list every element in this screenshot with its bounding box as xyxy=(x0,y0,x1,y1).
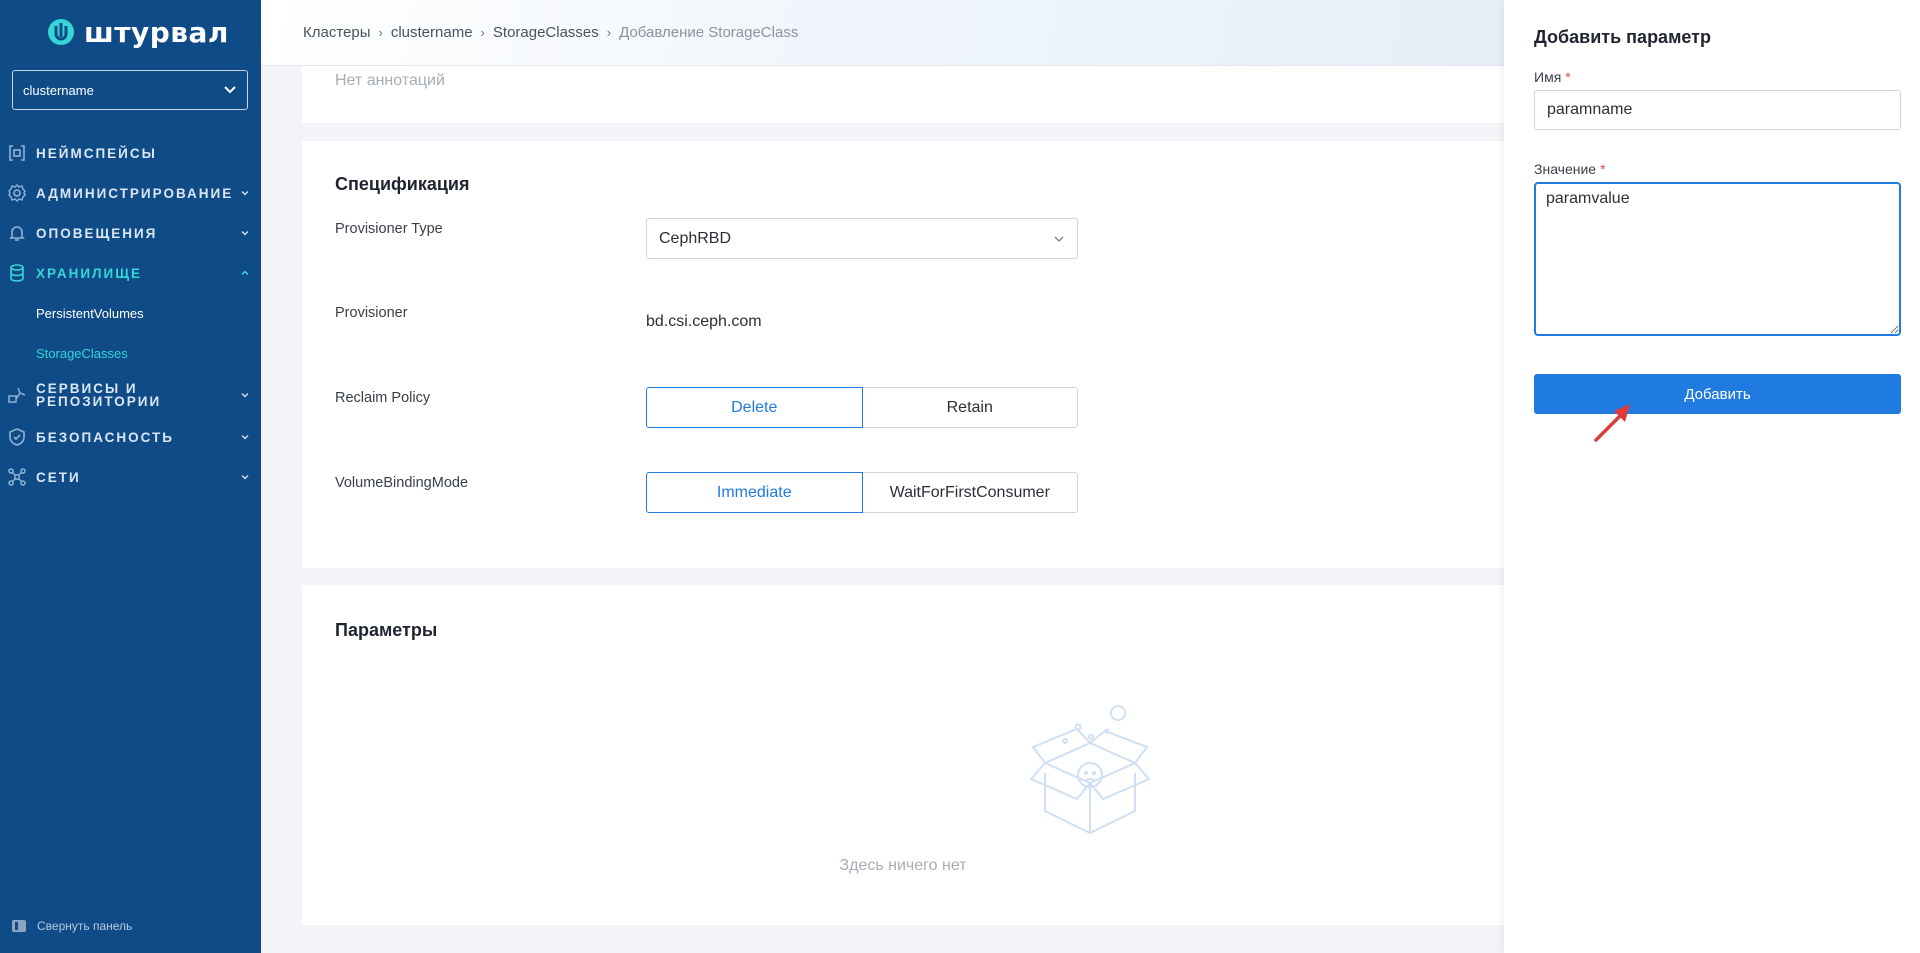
nav-item-namespaces[interactable]: НЕЙМСПЕЙСЫ xyxy=(0,133,261,173)
annotations-card: Нет аннотаций xyxy=(302,66,1504,123)
reclaim-policy-label: Reclaim Policy xyxy=(335,390,431,406)
services-icon xyxy=(8,387,26,403)
chevron-right-icon: › xyxy=(480,25,485,40)
nav-label: БЕЗОПАСНОСТЬ xyxy=(36,429,174,445)
provisioner-type-label: Provisioner Type xyxy=(335,221,443,237)
bell-icon xyxy=(9,226,25,241)
value-label-text: Значение xyxy=(1534,161,1597,177)
value-field-label: Значение * xyxy=(1534,161,1606,177)
collapse-panel-button[interactable]: Свернуть панель xyxy=(12,919,132,933)
chevron-down-icon xyxy=(241,474,249,480)
collapse-label: Свернуть панель xyxy=(37,919,133,933)
name-label-text: Имя xyxy=(1534,69,1562,85)
nav-item-storage[interactable]: ХРАНИЛИЩЕ xyxy=(0,253,261,293)
gear-icon xyxy=(8,184,26,202)
cluster-select[interactable]: clustername xyxy=(12,70,248,110)
required-mark: * xyxy=(1600,161,1606,177)
nav-item-security[interactable]: БЕЗОПАСНОСТЬ xyxy=(0,417,261,457)
parameters-empty-text: Здесь ничего нет xyxy=(839,857,967,874)
nav-item-networks[interactable]: СЕТИ xyxy=(0,457,261,497)
annotations-empty-text: Нет аннотаций xyxy=(335,72,445,89)
parameters-card: Параметры Здесь ничего нет xyxy=(302,585,1504,925)
network-icon xyxy=(8,468,26,486)
nav-label: АДМИНИСТРИРОВАНИЕ xyxy=(36,185,234,201)
required-mark: * xyxy=(1565,69,1571,85)
parameters-title: Параметры xyxy=(335,620,438,640)
cluster-select-value: clustername xyxy=(23,82,94,98)
add-parameter-drawer: Добавить параметр Имя* Значение* paramva… xyxy=(1504,0,1920,953)
name-field-label: Имя * xyxy=(1534,69,1571,85)
value-textarea[interactable]: paramvalue xyxy=(1534,182,1901,336)
provisioner-type-value: CephRBD xyxy=(659,229,732,247)
specification-card: Спецификация Provisioner Type CephRBD Pr… xyxy=(302,141,1504,568)
sidebar-collapse-icon xyxy=(12,920,26,932)
nav-label: СЕРВИСЫ И РЕПОЗИТОРИИ xyxy=(36,382,239,409)
brand-name: штурвал xyxy=(84,15,229,49)
chevron-down-icon xyxy=(241,230,249,236)
breadcrumb-storageclasses[interactable]: StorageClasses xyxy=(493,24,599,41)
sidebar: штурвал clustername НЕЙМСПЕЙСЫ АДМИНИСТР… xyxy=(0,0,261,953)
specification-title: Спецификация xyxy=(335,174,470,194)
shield-icon xyxy=(9,428,25,446)
binding-mode-label: VolumeBindingMode xyxy=(335,475,469,491)
database-icon xyxy=(10,264,24,282)
nav-item-services-repos[interactable]: СЕРВИСЫ И РЕПОЗИТОРИИ xyxy=(0,373,261,417)
chevron-up-icon xyxy=(241,270,249,276)
namespace-icon xyxy=(9,145,25,161)
nav-label: ОПОВЕЩЕНИЯ xyxy=(36,225,158,241)
nav-sub-storageclasses[interactable]: StorageClasses xyxy=(0,333,261,373)
binding-option-waitforfirstconsumer[interactable]: WaitForFirstConsumer xyxy=(862,472,1078,513)
chevron-down-icon xyxy=(241,190,249,196)
chevron-down-icon xyxy=(1054,236,1064,242)
provisioner-type-select[interactable]: CephRBD xyxy=(646,218,1078,259)
binding-option-immediate[interactable]: Immediate xyxy=(646,472,863,513)
nav-sub-persistentvolumes[interactable]: PersistentVolumes xyxy=(0,293,261,333)
sidebar-nav: НЕЙМСПЕЙСЫ АДМИНИСТРИРОВАНИЕ ОПОВЕЩЕНИЯ … xyxy=(0,133,261,497)
page-header: Кластеры › clustername › StorageClasses … xyxy=(261,0,1504,66)
nav-label: СЕТИ xyxy=(36,469,81,485)
nav-item-alerts[interactable]: ОПОВЕЩЕНИЯ xyxy=(0,213,261,253)
chevron-down-icon xyxy=(224,86,236,94)
breadcrumb-cluster[interactable]: clustername xyxy=(391,24,473,41)
breadcrumb: Кластеры › clustername › StorageClasses … xyxy=(303,24,798,41)
nav-label-line2: РЕПОЗИТОРИИ xyxy=(36,394,162,409)
chevron-down-icon xyxy=(241,392,249,398)
provisioner-value: bd.csi.ceph.com xyxy=(646,313,762,330)
nav-item-administration[interactable]: АДМИНИСТРИРОВАНИЕ xyxy=(0,173,261,213)
breadcrumb-current: Добавление StorageClass xyxy=(619,24,799,41)
provisioner-label: Provisioner xyxy=(335,305,408,321)
nav-label: ХРАНИЛИЩЕ xyxy=(36,265,142,281)
reclaim-option-delete[interactable]: Delete xyxy=(646,387,863,428)
drawer-title: Добавить параметр xyxy=(1534,27,1711,47)
chevron-down-icon xyxy=(241,434,249,440)
annotation-arrow-icon xyxy=(1594,404,1630,442)
chevron-right-icon: › xyxy=(378,25,383,40)
breadcrumb-clusters[interactable]: Кластеры xyxy=(303,24,371,41)
nav-label: НЕЙМСПЕЙСЫ xyxy=(36,145,157,161)
name-input[interactable] xyxy=(1534,90,1901,130)
reclaim-option-retain[interactable]: Retain xyxy=(862,387,1078,428)
binding-mode-toggle: Immediate WaitForFirstConsumer xyxy=(646,472,1078,513)
brand-logo[interactable]: штурвал xyxy=(47,14,229,50)
empty-box-icon xyxy=(1029,705,1151,835)
chevron-right-icon: › xyxy=(606,25,612,40)
reclaim-policy-toggle: Delete Retain xyxy=(646,387,1078,428)
helm-logo-icon xyxy=(48,19,74,45)
